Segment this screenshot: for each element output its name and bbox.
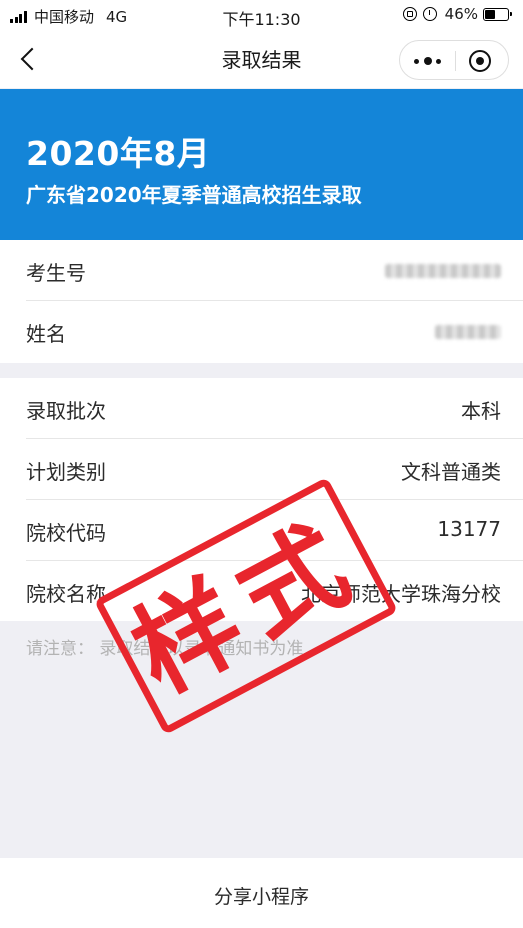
row-label: 考生号 bbox=[26, 261, 86, 285]
info-row-exam-number: 考生号 bbox=[0, 240, 523, 301]
banner-subtitle: 广东省2020年夏季普通高校招生录取 bbox=[26, 183, 362, 207]
battery-fill bbox=[485, 9, 495, 19]
alarm-icon bbox=[422, 7, 437, 21]
info-row-name: 姓名 bbox=[0, 301, 523, 362]
info-row-plan-type: 计划类别 文科普通类 bbox=[0, 439, 523, 500]
share-bar[interactable]: 分享小程序 bbox=[0, 858, 523, 928]
share-mini-program-button[interactable]: 分享小程序 bbox=[0, 882, 523, 909]
close-target-icon[interactable] bbox=[453, 41, 508, 81]
row-value: 13177 bbox=[437, 517, 501, 541]
more-dots-icon[interactable] bbox=[400, 41, 455, 81]
battery-percent: 46% bbox=[444, 5, 478, 23]
status-right: 46% bbox=[402, 5, 512, 23]
row-label: 录取批次 bbox=[26, 399, 106, 423]
row-label: 姓名 bbox=[26, 322, 66, 346]
row-value: 本科 bbox=[461, 399, 501, 423]
mini-program-capsule bbox=[399, 40, 509, 80]
info-row-batch: 录取批次 本科 bbox=[0, 378, 523, 439]
blurred-name bbox=[435, 325, 501, 339]
nav-bar: 录取结果 bbox=[0, 30, 523, 88]
row-value: 文科普通类 bbox=[401, 460, 501, 484]
blurred-exam-number bbox=[385, 264, 501, 278]
student-info-card: 考生号 姓名 bbox=[0, 240, 523, 363]
battery-icon bbox=[483, 7, 512, 21]
banner-date: 2020年8月 bbox=[26, 134, 211, 173]
row-label: 院校名称 bbox=[26, 582, 106, 606]
result-banner: 2020年8月 广东省2020年夏季普通高校招生录取 bbox=[0, 89, 523, 240]
row-label: 院校代码 bbox=[26, 521, 106, 545]
status-bar: 中国移动 4G 下午11:30 46% bbox=[0, 0, 523, 30]
rotation-lock-icon bbox=[402, 7, 417, 21]
row-label: 计划类别 bbox=[26, 460, 106, 484]
